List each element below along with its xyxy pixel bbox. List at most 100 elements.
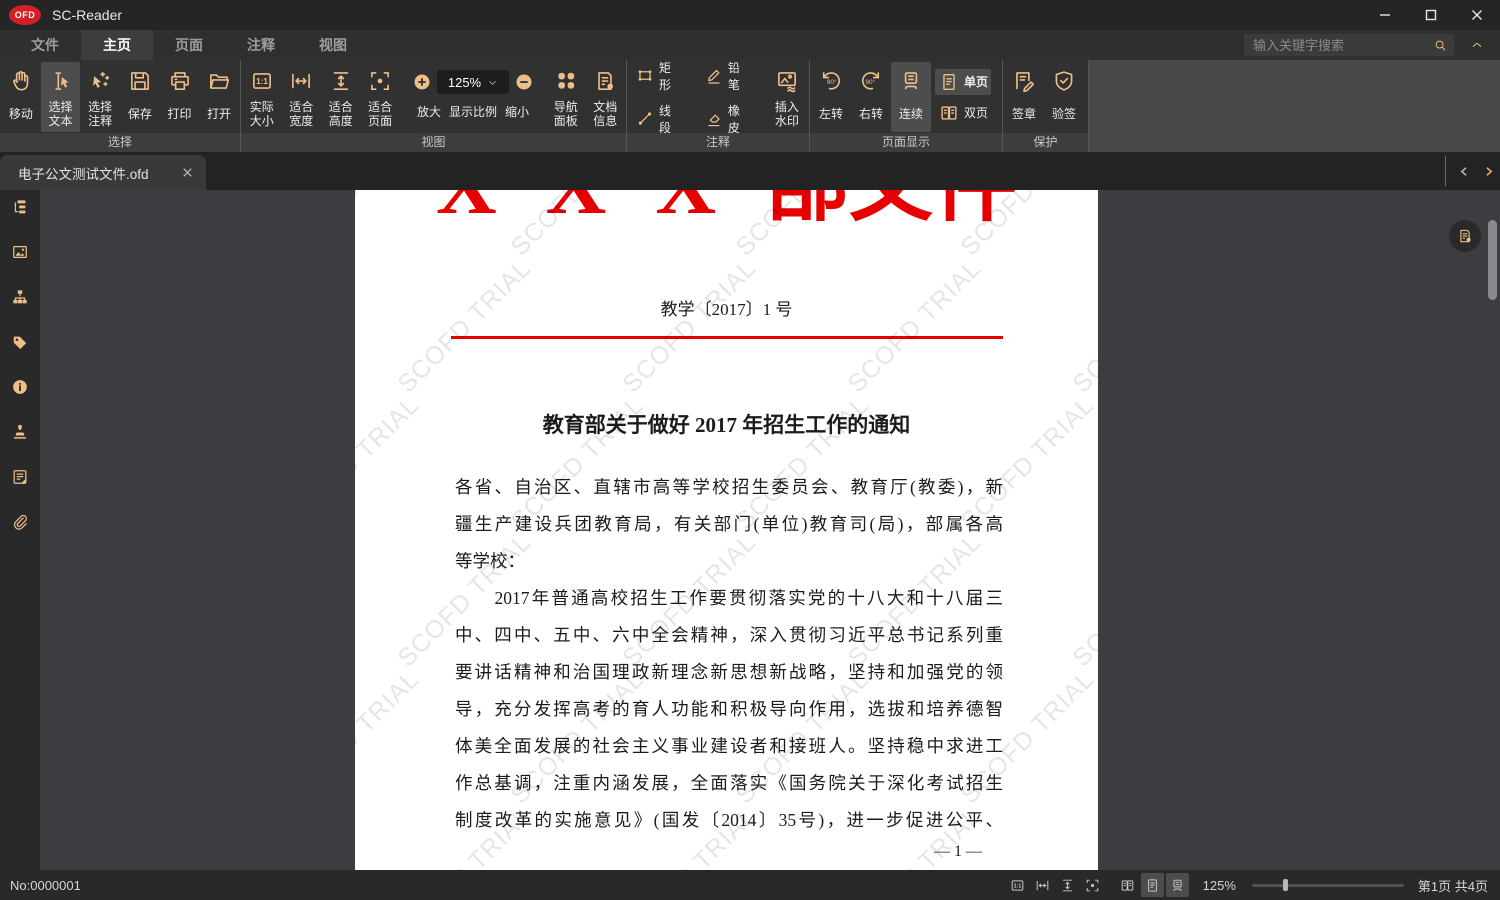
status-single-page-button[interactable] [1141,873,1164,897]
menu-annotation[interactable]: 注释 [225,30,297,60]
document-text-line: 各省、自治区、直辖市高等学校招生委员会、教育厅(教委)，新 [455,469,1003,506]
tab-close-icon[interactable] [181,166,194,179]
window-controls [1362,0,1500,30]
select-text-button[interactable]: 选择文本 [41,62,81,132]
status-bar: No:0000001 1:1 125% 第1页 共4页 [0,870,1500,900]
page-number: — 1 — [355,839,1098,865]
outline-panel-button[interactable] [10,197,30,217]
print-button[interactable]: 打印 [160,62,200,132]
doc-properties-float-button[interactable] [1449,220,1481,252]
verify-signature-button[interactable]: 验签 [1044,62,1084,132]
page-count-indicator: 第1页 共4页 [1418,876,1488,895]
nav-panel-icon [553,67,579,95]
open-button[interactable]: 打开 [199,62,239,132]
ribbon-group-protect: 签章 验签 保护 [1003,60,1089,152]
actual-size-button[interactable]: 1:1 实际大小 [242,62,281,132]
zoom-level-dropdown[interactable]: 125% [437,70,509,94]
line-tool-button[interactable]: 线段 [632,100,685,138]
zoom-in-button[interactable] [412,72,432,92]
zoom-slider-track[interactable] [1252,884,1404,887]
menu-home[interactable]: 主页 [81,30,153,60]
tag-icon [10,332,30,352]
ribbon-group-view: 1:1 实际大小 适合宽度 适合高度 适合页面 125% [241,60,627,152]
rotate-left-button[interactable]: 90° 左转 [811,62,851,132]
save-button[interactable]: 保存 [120,62,160,132]
continuous-mode-button[interactable]: 连续 [891,62,931,132]
menu-file[interactable]: 文件 [9,30,81,60]
menu-bar: 文件 主页 页面 注释 视图 [0,30,1500,60]
collapse-ribbon-button[interactable] [1464,34,1490,56]
rectangle-icon [635,65,655,86]
save-icon [127,67,153,95]
chevron-down-icon [487,77,498,88]
pencil-icon [704,65,724,86]
line-segment-icon [635,108,655,129]
document-text-line: 2017年普通高校招生工作要贯彻落实党的十八大和十八届三 [455,580,1003,617]
status-double-page-button[interactable] [1116,873,1139,897]
close-button[interactable] [1454,0,1500,30]
rotate-right-icon: 90° [858,67,884,95]
zoom-out-button[interactable] [514,72,534,92]
group-label-page-display: 页面显示 [810,133,1002,152]
rectangle-tool-button[interactable]: 矩形 [632,57,685,95]
document-text-line: 制度改革的实施意见》(国发〔2014〕35号)，进一步促进公平、 [455,802,1003,839]
prev-tab-button[interactable] [1452,152,1476,190]
status-continuous-button[interactable] [1166,873,1189,897]
sign-stamp-button[interactable]: 签章 [1004,62,1044,132]
pencil-tool-button[interactable]: 铅笔 [701,57,754,95]
hand-icon [8,67,34,95]
thumbnails-panel-button[interactable] [10,242,30,262]
single-page-button[interactable]: 单页 [935,69,991,95]
fit-page-button[interactable]: 适合页面 [360,62,399,132]
info-panel-button[interactable] [10,377,30,397]
status-fit-page-button[interactable] [1081,873,1104,897]
signature-panel-button[interactable] [10,422,30,442]
double-page-button[interactable]: 双页 [935,100,991,126]
fit-width-button[interactable]: 适合宽度 [281,62,320,132]
maximize-button[interactable] [1408,0,1454,30]
document-text-line: 要讲话精神和治国理政新理念新思想新战略，坚持和加强党的领 [455,654,1003,691]
nav-panel-button[interactable]: 导航面板 [546,62,585,132]
zoom-slider[interactable] [1252,878,1404,892]
document-tab[interactable]: 电子公文测试文件.ofd [0,155,206,190]
navigation-sidebar [0,190,40,870]
group-label-view: 视图 [241,133,626,152]
next-tab-button[interactable] [1476,152,1500,190]
search-icon[interactable] [1433,38,1448,53]
doc-info-icon [592,67,618,95]
move-button[interactable]: 移动 [1,62,41,132]
status-fit-height-button[interactable] [1056,873,1079,897]
tag-panel-button[interactable] [10,332,30,352]
search-box [1244,34,1454,56]
document-text-line: 疆生产建设兵团教育局，有关部门(单位)教育司(局)，部属各高 [455,506,1003,543]
doc-info-button[interactable]: 文档信息 [586,62,625,132]
svg-text:1:1: 1:1 [256,77,268,86]
vertical-scrollbar-thumb[interactable] [1488,220,1497,300]
document-tab-bar: 电子公文测试文件.ofd [0,152,1500,190]
doc-badge-icon [1456,227,1474,245]
red-separator-line [451,336,1003,339]
zoom-slider-thumb[interactable] [1283,879,1288,891]
fit-height-button[interactable]: 适合高度 [321,62,360,132]
app-title: SC-Reader [52,7,122,23]
select-annotation-button[interactable]: 选择注释 [80,62,120,132]
zoom-in-label: 放大 [417,103,441,120]
structure-tree-icon [10,287,30,307]
search-input[interactable] [1244,38,1433,53]
eraser-tool-button[interactable]: 橡皮 [701,100,754,138]
attachments-panel-button[interactable] [10,512,30,532]
structure-panel-button[interactable] [10,287,30,307]
document-text-line: 中、四中、五中、六中全会精神，深入贯彻习近平总书记系列重 [455,617,1003,654]
menu-view[interactable]: 视图 [297,30,369,60]
minimize-button[interactable] [1362,0,1408,30]
document-text-line: 导，充分发挥高考的育人功能和积极导向作用，选拔和培养德智 [455,691,1003,728]
status-actual-size-button[interactable]: 1:1 [1006,873,1029,897]
ribbon-group-annotation: 矩形 线段 铅笔 橡皮 插入水印 [627,60,810,152]
insert-watermark-button[interactable]: 插入水印 [766,62,808,132]
group-label-select: 选择 [0,133,240,152]
annotations-panel-button[interactable] [10,467,30,487]
svg-text:1:1: 1:1 [1013,883,1021,889]
status-fit-width-button[interactable] [1031,873,1054,897]
menu-page[interactable]: 页面 [153,30,225,60]
rotate-right-button[interactable]: 90° 右转 [851,62,891,132]
